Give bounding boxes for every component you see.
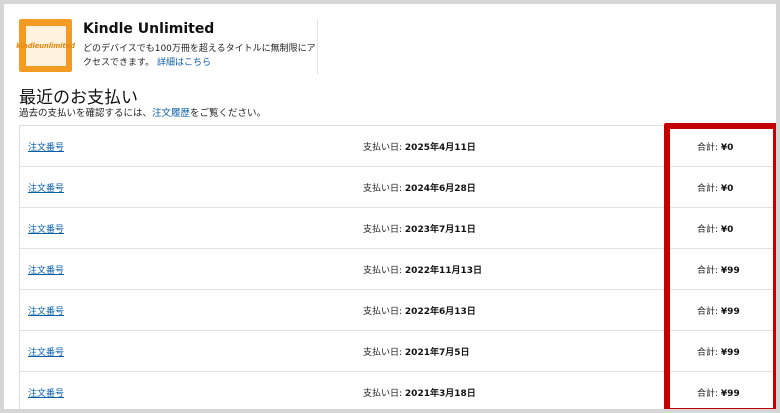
order-number-link[interactable]: 注文番号: [28, 345, 64, 358]
payment-date-label: 支払い日:: [363, 184, 403, 194]
table-row: 注文番号 支払い日: 2022年11月13日 合計: ¥99: [20, 249, 776, 290]
payment-date-value: 2021年3月18日: [404, 389, 476, 399]
order-number-link[interactable]: 注文番号: [28, 181, 64, 194]
details-link[interactable]: 詳細はこちら: [157, 58, 211, 68]
order-history-link[interactable]: 注文履歴: [152, 108, 190, 119]
table-row: 注文番号 支払い日: 2023年7月11日 合計: ¥0: [20, 208, 776, 249]
order-number-link[interactable]: 注文番号: [28, 263, 64, 276]
subtext-before: 過去の支払いを確認するには、: [19, 108, 153, 119]
order-number-link[interactable]: 注文番号: [28, 140, 64, 153]
payment-date: 支払い日: 2021年7月5日: [363, 345, 470, 358]
payment-date-label: 支払い日:: [363, 225, 403, 235]
payment-date-label: 支払い日:: [363, 307, 403, 317]
subtext-after: をご覧ください。: [190, 108, 267, 119]
payment-date-value: 2025年4月11日: [404, 143, 476, 153]
redacted-order-number: [65, 253, 183, 286]
payment-date-label: 支払い日:: [363, 348, 403, 358]
redacted-order-number: [65, 130, 183, 163]
payment-date-value: 2022年6月13日: [404, 307, 476, 317]
payment-date: 支払い日: 2024年6月28日: [363, 181, 476, 194]
kindle-unlimited-description: どのデバイスでも100万冊を超えるタイトルに無制限にアクセスできます。 詳細はこ…: [83, 42, 319, 70]
payment-date-label: 支払い日:: [363, 143, 403, 153]
table-row: 注文番号 支払い日: 2025年4月11日 合計: ¥0: [20, 126, 776, 167]
payment-date: 支払い日: 2025年4月11日: [363, 140, 476, 153]
page-frame: kindleunlimited Kindle Unlimited どのデバイスで…: [4, 4, 776, 409]
table-row: 注文番号 支払い日: 2021年7月5日 合計: ¥99: [20, 331, 776, 372]
order-number-link[interactable]: 注文番号: [28, 304, 64, 317]
payment-date-label: 支払い日:: [363, 389, 403, 399]
redacted-order-number: [65, 171, 183, 204]
recent-payments-subtext: 過去の支払いを確認するには、注文履歴をご覧ください。: [19, 105, 266, 119]
redacted-order-number: [65, 212, 183, 245]
redacted-order-number: [65, 376, 183, 409]
table-row: 注文番号 支払い日: 2024年6月28日 合計: ¥0: [20, 167, 776, 208]
payment-date-value: 2024年6月28日: [404, 184, 476, 194]
payment-date: 支払い日: 2023年7月11日: [363, 222, 476, 235]
redacted-order-number: [65, 335, 183, 368]
kindle-unlimited-logo[interactable]: kindleunlimited: [16, 19, 75, 72]
payment-date: 支払い日: 2021年3月18日: [363, 386, 476, 399]
payment-date: 支払い日: 2022年6月13日: [363, 304, 476, 317]
order-number-link[interactable]: 注文番号: [28, 222, 64, 235]
table-row: 注文番号 支払い日: 2022年6月13日 合計: ¥99: [20, 290, 776, 331]
table-row: 注文番号 支払い日: 2021年3月18日 合計: ¥99: [20, 372, 776, 409]
kindle-unlimited-title: Kindle Unlimited: [83, 21, 215, 37]
payments-table: 注文番号 支払い日: 2025年4月11日 合計: ¥0 注文番号 支払い日: …: [19, 125, 776, 409]
payment-date-value: 2022年11月13日: [404, 266, 483, 276]
header-divider: [317, 19, 318, 74]
kindle-unlimited-logo-text: kindleunlimited: [16, 25, 75, 66]
payment-date: 支払い日: 2022年11月13日: [363, 263, 482, 276]
redacted-order-number: [65, 294, 183, 327]
totals-highlight-box: [664, 123, 776, 409]
payment-date-value: 2021年7月5日: [404, 348, 470, 358]
payment-date-value: 2023年7月11日: [404, 225, 476, 235]
order-number-link[interactable]: 注文番号: [28, 386, 64, 399]
payment-date-label: 支払い日:: [363, 266, 403, 276]
